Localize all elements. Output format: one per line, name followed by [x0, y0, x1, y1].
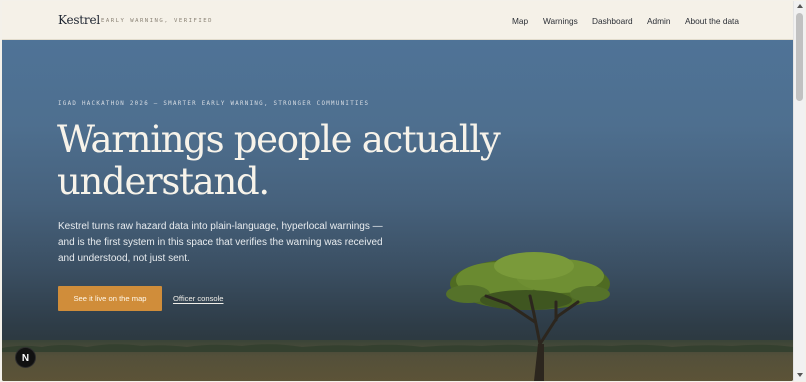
- hero-kicker: IGAD HACKATHON 2026 — SMARTER EARLY WARN…: [58, 101, 370, 107]
- acacia-tree-illustration: [446, 252, 610, 381]
- hero-headline: Warnings people actually understand.: [57, 119, 527, 203]
- see-live-map-button[interactable]: See it live on the map: [58, 286, 162, 311]
- nav-link-map[interactable]: Map: [512, 16, 528, 26]
- hero-lede: Kestrel turns raw hazard data into plain…: [58, 221, 383, 264]
- officer-console-link[interactable]: Officer console: [173, 294, 224, 303]
- horizon-bushes: [2, 344, 793, 352]
- chevron-down-icon[interactable]: [797, 373, 803, 377]
- headline-line-2: understand.: [57, 160, 270, 203]
- dev-badge-icon[interactable]: N: [15, 347, 36, 368]
- chevron-up-icon[interactable]: [797, 4, 803, 8]
- site-header: Kestrel EARLY WARNING, VERIFIED Map Warn…: [2, 1, 793, 40]
- page-scrollbar[interactable]: [793, 1, 805, 381]
- nav-link-admin[interactable]: Admin: [647, 16, 671, 26]
- nav-link-warnings[interactable]: Warnings: [543, 16, 578, 26]
- nav-link-about-data[interactable]: About the data: [685, 16, 739, 26]
- brand-logo[interactable]: Kestrel: [58, 13, 100, 27]
- hero-section: IGAD HACKATHON 2026 — SMARTER EARLY WARN…: [2, 40, 793, 381]
- nav-link-dashboard[interactable]: Dashboard: [592, 16, 633, 26]
- headline-line-1: Warnings people actually: [57, 118, 501, 161]
- browser-viewport: Kestrel EARLY WARNING, VERIFIED Map Warn…: [2, 1, 793, 381]
- scrollbar-thumb[interactable]: [796, 13, 803, 101]
- brand-tagline: EARLY WARNING, VERIFIED: [101, 18, 213, 24]
